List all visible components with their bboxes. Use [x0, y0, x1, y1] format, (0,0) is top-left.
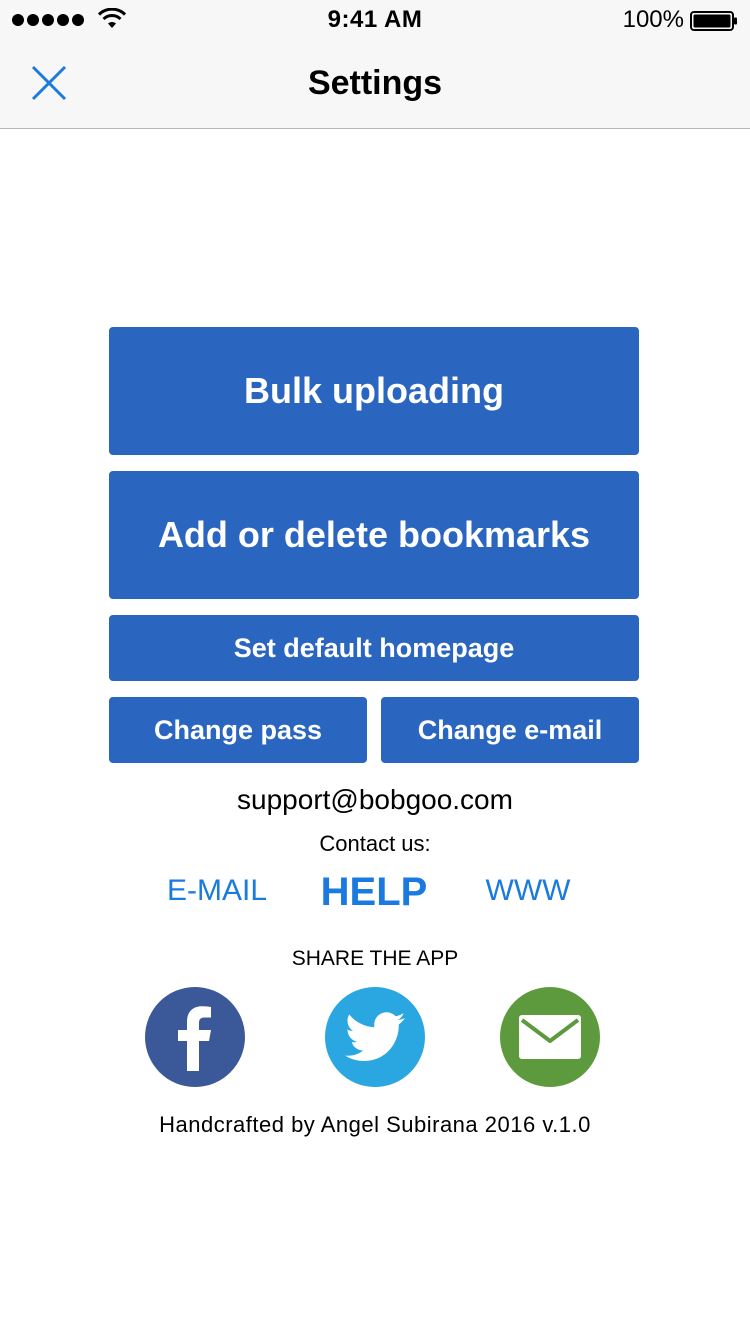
- share-facebook-button[interactable]: [145, 987, 245, 1087]
- share-label: SHARE THE APP: [291, 947, 459, 970]
- credit-text: Handcrafted by Angel Subirana 2016 v.1.0: [159, 1112, 591, 1137]
- email-link[interactable]: E-MAIL: [152, 874, 282, 908]
- set-default-homepage-button[interactable]: Set default homepage: [109, 615, 639, 681]
- mail-icon: [519, 1015, 581, 1059]
- share-mail-button[interactable]: [500, 987, 600, 1087]
- twitter-icon: [345, 1012, 405, 1061]
- page-title: Settings: [307, 64, 443, 102]
- navigation-bar: Settings: [0, 40, 750, 129]
- status-bar: 9:41 AM 100%: [0, 0, 750, 40]
- share-twitter-button[interactable]: [325, 987, 425, 1087]
- change-email-button[interactable]: Change e-mail: [381, 697, 639, 763]
- battery-icon: [690, 11, 737, 31]
- contact-label: Contact us:: [319, 831, 431, 856]
- bookmarks-button[interactable]: Add or delete bookmarks: [109, 471, 639, 599]
- help-link[interactable]: HELP: [304, 870, 444, 915]
- www-link[interactable]: WWW: [468, 874, 588, 908]
- facebook-icon: [178, 1006, 211, 1071]
- bulk-uploading-button[interactable]: Bulk uploading: [109, 327, 639, 455]
- change-password-button[interactable]: Change pass: [109, 697, 367, 763]
- support-email: support@bobgoo.com: [237, 784, 513, 815]
- battery-percentage: 100%: [622, 6, 684, 33]
